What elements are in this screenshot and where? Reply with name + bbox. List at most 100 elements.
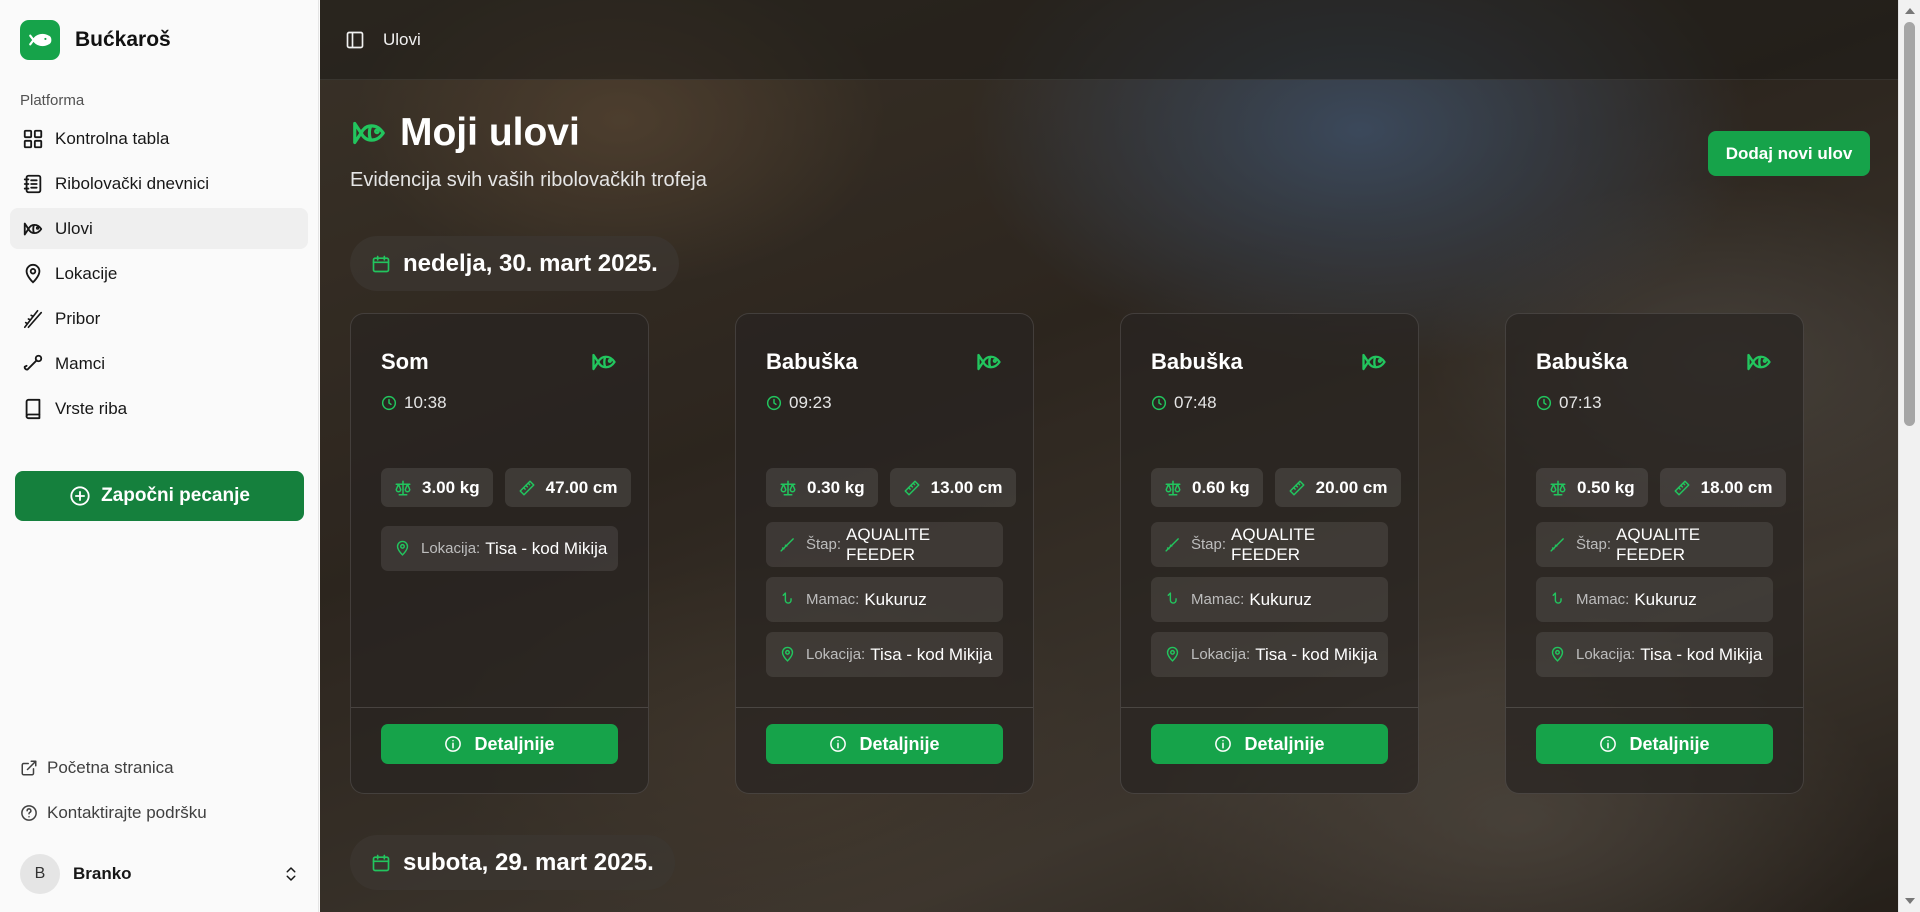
details-button[interactable]: Detaljnije — [1536, 724, 1773, 764]
weight-value: 3.00 kg — [422, 477, 480, 497]
date-group-header: subota, 29. mart 2025. — [350, 835, 675, 890]
hook-icon — [21, 352, 45, 376]
catch-species: Babuška — [1536, 349, 1628, 374]
sidebar-item-pribor[interactable]: Pribor — [10, 298, 308, 339]
external-link-icon — [21, 760, 37, 775]
info-icon — [1600, 736, 1617, 752]
sidebar-item-ulovi[interactable]: Ulovi — [10, 208, 308, 249]
fishing-rod-icon — [1550, 538, 1564, 552]
length-value: 20.00 cm — [1315, 477, 1388, 497]
sidebar: Bućkaroš Platforma Kontrolna tabla Ribol… — [0, 0, 319, 912]
sidebar-item-ribolovacki-dnevnici[interactable]: Ribolovački dnevnici — [10, 163, 308, 204]
details-label: Detaljnije — [474, 733, 555, 754]
length-chip: 13.00 cm — [889, 468, 1016, 507]
bait-value: Kukuruz — [1249, 589, 1312, 609]
hook-icon — [782, 592, 792, 604]
fish-icon — [1747, 353, 1771, 371]
map-pin-icon — [781, 646, 794, 662]
calendar-icon — [372, 255, 390, 272]
location-row: Lokacija: Tisa - kod Mikija — [381, 526, 618, 571]
sidebar-item-label: Lokacije — [55, 263, 118, 283]
start-fishing-label: Započni pecanje — [101, 485, 250, 506]
weight-chip: 0.60 kg — [1151, 468, 1263, 507]
location-label: Lokacija: — [421, 540, 481, 557]
sidebar-item-vrste-riba[interactable]: Vrste riba — [10, 388, 308, 429]
sidebar-item-mamci[interactable]: Mamci — [10, 343, 308, 384]
scrollbar-thumb[interactable] — [1904, 22, 1915, 426]
fishing-rod-icon — [780, 538, 794, 552]
nav-group-label: Platforma — [20, 92, 85, 109]
page-title: Moji ulovi — [400, 111, 580, 154]
page-heading: Moji ulovi — [350, 111, 580, 155]
location-label: Lokacija: — [1191, 646, 1251, 663]
length-chip: 20.00 cm — [1274, 468, 1401, 507]
rod-row: Štap: AQUALITE FEEDER — [1151, 522, 1388, 567]
fishing-rod-icon — [1165, 538, 1179, 552]
home-page-link[interactable]: Početna stranica — [20, 745, 207, 790]
rod-row: Štap: AQUALITE FEEDER — [766, 522, 1003, 567]
catch-card: Som 10:38 3.00 kg 47.00 cm Lokacija: Tis… — [350, 313, 649, 794]
rod-label: Štap: — [1191, 536, 1227, 553]
main-content: Ulovi Moji ulovi Evidencija svih vaših r… — [320, 0, 1898, 912]
card-divider — [351, 707, 648, 708]
map-pin-icon — [396, 540, 409, 556]
details-button[interactable]: Detaljnije — [766, 724, 1003, 764]
catch-measurements: 0.60 kg 20.00 cm — [1151, 468, 1413, 507]
hook-icon — [1167, 592, 1177, 604]
catches-content: Moji ulovi Evidencija svih vaših ribolov… — [320, 0, 1898, 912]
length-value: 18.00 cm — [1700, 477, 1773, 497]
length-chip: 47.00 cm — [504, 468, 631, 507]
help-circle-icon — [21, 804, 37, 821]
add-catch-button[interactable]: Dodaj novi ulov — [1708, 131, 1870, 176]
length-chip: 18.00 cm — [1659, 468, 1786, 507]
contact-support-link[interactable]: Kontaktirajte podršku — [20, 790, 207, 835]
book-icon — [21, 397, 45, 421]
bait-value: Kukuruz — [864, 589, 927, 609]
catch-measurements: 3.00 kg 47.00 cm — [381, 468, 643, 507]
home-page-label: Početna stranica — [47, 757, 174, 777]
details-button[interactable]: Detaljnije — [381, 724, 618, 764]
weight-value: 0.60 kg — [1192, 477, 1250, 497]
scroll-up-arrow-icon[interactable] — [1905, 8, 1915, 14]
catch-time: 10:38 — [381, 393, 447, 413]
scroll-down-arrow-icon[interactable] — [1905, 898, 1915, 904]
location-value: Tisa - kod Mikija — [870, 644, 993, 664]
scale-icon — [395, 480, 411, 495]
info-icon — [445, 736, 462, 752]
weight-value: 0.50 kg — [1577, 477, 1635, 497]
catch-time: 07:13 — [1536, 393, 1602, 413]
page-scrollbar[interactable] — [1898, 0, 1920, 912]
rod-value: AQUALITE FEEDER — [1231, 524, 1316, 564]
contact-support-label: Kontaktirajte podršku — [47, 802, 207, 822]
location-row: Lokacija: Tisa - kod Mikija — [766, 632, 1003, 677]
brand[interactable]: Bućkaroš — [20, 20, 171, 60]
rod-row: Štap: AQUALITE FEEDER — [1536, 522, 1773, 567]
grid-icon — [21, 127, 45, 151]
start-fishing-button[interactable]: Započni pecanje — [15, 471, 304, 521]
bait-value: Kukuruz — [1634, 589, 1697, 609]
details-button[interactable]: Detaljnije — [1151, 724, 1388, 764]
catch-time: 07:48 — [1151, 393, 1217, 413]
bait-label: Mamac: — [1191, 591, 1245, 608]
ruler-icon — [1289, 480, 1305, 495]
sidebar-item-label: Vrste riba — [55, 398, 128, 418]
card-divider — [736, 707, 1033, 708]
location-value: Tisa - kod Mikija — [1255, 644, 1378, 664]
weight-chip: 0.30 kg — [766, 468, 878, 507]
rod-value: AQUALITE FEEDER — [846, 524, 931, 564]
sidebar-item-kontrolna-tabla[interactable]: Kontrolna tabla — [10, 118, 308, 159]
avatar: B — [20, 854, 60, 894]
catch-time: 09:23 — [766, 393, 832, 413]
bait-row: Mamac: Kukuruz — [1536, 577, 1773, 622]
location-label: Lokacija: — [1576, 646, 1636, 663]
sidebar-item-lokacije[interactable]: Lokacije — [10, 253, 308, 294]
user-menu[interactable]: B Branko — [20, 853, 300, 895]
catch-card: Babuška 09:23 0.30 kg 13.00 cm Štap: AQU… — [735, 313, 1034, 794]
hook-icon — [1552, 592, 1562, 604]
rod-label: Štap: — [1576, 536, 1612, 553]
sidebar-nav: Kontrolna tabla Ribolovački dnevnici Ulo… — [10, 118, 308, 433]
rod-label: Štap: — [806, 536, 842, 553]
clock-icon — [381, 395, 397, 411]
clock-icon — [766, 395, 782, 411]
scale-icon — [780, 480, 796, 495]
